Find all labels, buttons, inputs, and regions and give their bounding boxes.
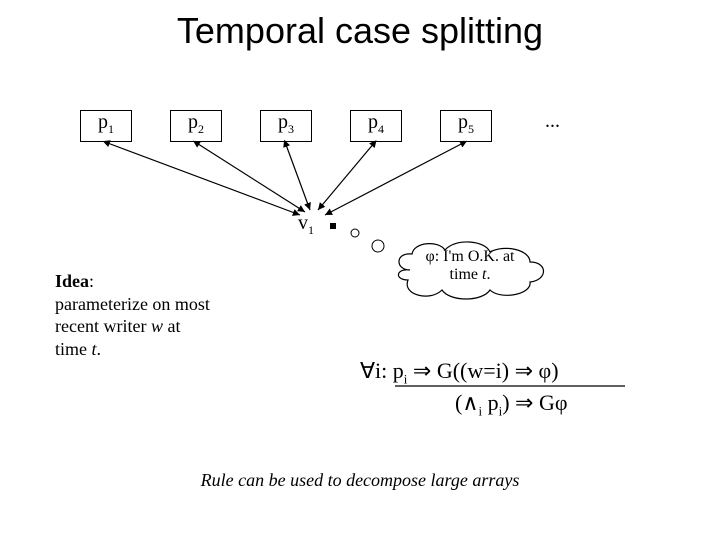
box-p4: p4: [350, 110, 402, 142]
page-title: Temporal case splitting: [0, 10, 720, 52]
ellipsis: ...: [545, 110, 560, 133]
box-p3: p3: [260, 110, 312, 142]
box-p5: p5: [440, 110, 492, 142]
box-p3-label: p3: [278, 111, 294, 133]
cloud-callout: φ: I'm O.K. at time t.: [390, 240, 550, 300]
idea-text: Idea: parameterize on most recent writer…: [55, 270, 285, 360]
formula-line-1: ∀i: pi ⇒ G((w=i) ⇒ φ): [360, 358, 559, 387]
box-p5-label: p5: [458, 111, 474, 133]
box-p1: p1: [80, 110, 132, 142]
v1-label: v1: [298, 212, 314, 238]
box-p2-label: p2: [188, 111, 204, 133]
box-p4-label: p4: [368, 111, 384, 133]
box-p2: p2: [170, 110, 222, 142]
formula-line-2: (∧i pi) ⇒ Gφ: [455, 390, 568, 419]
footnote: Rule can be used to decompose large arra…: [0, 470, 720, 491]
box-p1-label: p1: [98, 111, 114, 133]
cloud-text: φ: I'm O.K. at time t.: [390, 248, 550, 285]
